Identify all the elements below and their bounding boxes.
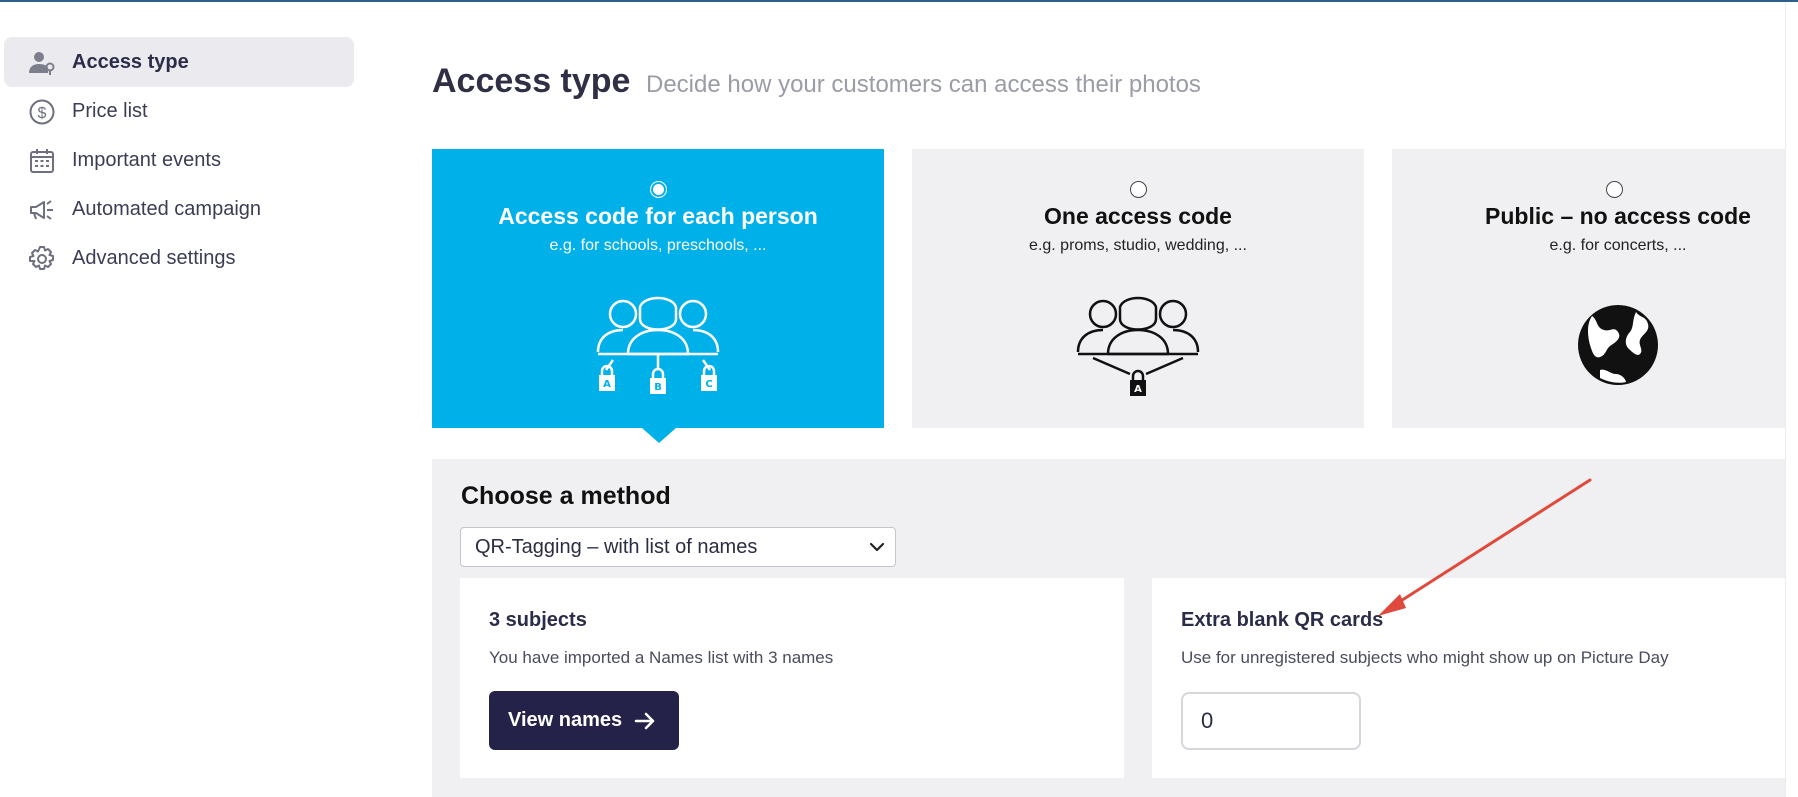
top-border: [0, 0, 1798, 2]
radio-button[interactable]: [1130, 181, 1147, 198]
radio-button[interactable]: [1606, 181, 1623, 198]
method-select[interactable]: QR-Tagging – with list of names: [460, 527, 896, 567]
extra-qr-description: Use for unregistered subjects who might …: [1181, 648, 1669, 667]
arrow-right-icon: [634, 712, 655, 729]
card-description: e.g. proms, studio, wedding, ...: [1029, 237, 1247, 254]
card-title: Access code for each person: [498, 203, 818, 229]
svg-text:C: C: [705, 379, 712, 390]
dollar-circle-icon: $: [28, 98, 56, 126]
method-select-value: QR-Tagging – with list of names: [475, 536, 758, 558]
user-lock-icon: [28, 49, 56, 77]
sidebar-item-advanced-settings[interactable]: Advanced settings: [4, 233, 354, 283]
sidebar-item-access-type[interactable]: Access type: [4, 37, 354, 87]
extra-qr-count-input[interactable]: [1181, 692, 1361, 750]
svg-text:A: A: [603, 379, 611, 390]
svg-text:B: B: [654, 382, 662, 393]
access-card-public[interactable]: Public – no access code e.g. for concert…: [1392, 149, 1785, 428]
view-names-label: View names: [508, 709, 623, 731]
card-title: Public – no access code: [1485, 203, 1751, 229]
group-single-lock-icon: A: [1076, 296, 1200, 396]
sidebar-item-label: Automated campaign: [72, 198, 262, 220]
radio-button[interactable]: [650, 181, 667, 198]
gear-icon: [28, 245, 56, 273]
sidebar-item-label: Important events: [72, 149, 221, 171]
access-card-each-person[interactable]: Access code for each person e.g. for sch…: [432, 149, 884, 428]
subjects-description: You have imported a Names list with 3 na…: [489, 648, 834, 667]
subjects-title: 3 subjects: [489, 609, 587, 631]
chevron-down-icon: [869, 542, 885, 552]
selected-card-pointer: [642, 428, 676, 443]
page-subtitle: Decide how your customers can access the…: [646, 71, 1201, 98]
sidebar-item-important-events[interactable]: Important events: [4, 135, 354, 185]
sidebar-item-price-list[interactable]: $ Price list: [4, 86, 354, 136]
sidebar-item-label: Access type: [72, 51, 189, 73]
group-multiple-locks-icon: A B C: [596, 296, 720, 394]
sidebar-item-automated-campaign[interactable]: Automated campaign: [4, 184, 354, 234]
svg-text:A: A: [1134, 384, 1142, 395]
globe-icon: [1578, 305, 1658, 385]
calendar-icon: [28, 147, 56, 175]
method-title: Choose a method: [461, 482, 671, 510]
svg-text:$: $: [38, 105, 47, 122]
view-names-button[interactable]: View names: [489, 691, 679, 750]
card-description: e.g. for schools, preschools, ...: [549, 237, 767, 254]
sidebar-item-label: Advanced settings: [72, 247, 236, 269]
card-title: One access code: [1044, 203, 1232, 229]
access-card-one-code[interactable]: One access code e.g. proms, studio, wedd…: [912, 149, 1364, 428]
extra-qr-title: Extra blank QR cards: [1181, 609, 1384, 631]
scrollbar[interactable]: [1785, 2, 1798, 797]
card-description: e.g. for concerts, ...: [1549, 237, 1687, 254]
sidebar-item-label: Price list: [72, 100, 148, 122]
megaphone-icon: [28, 196, 56, 224]
page-title: Access type: [432, 62, 631, 100]
